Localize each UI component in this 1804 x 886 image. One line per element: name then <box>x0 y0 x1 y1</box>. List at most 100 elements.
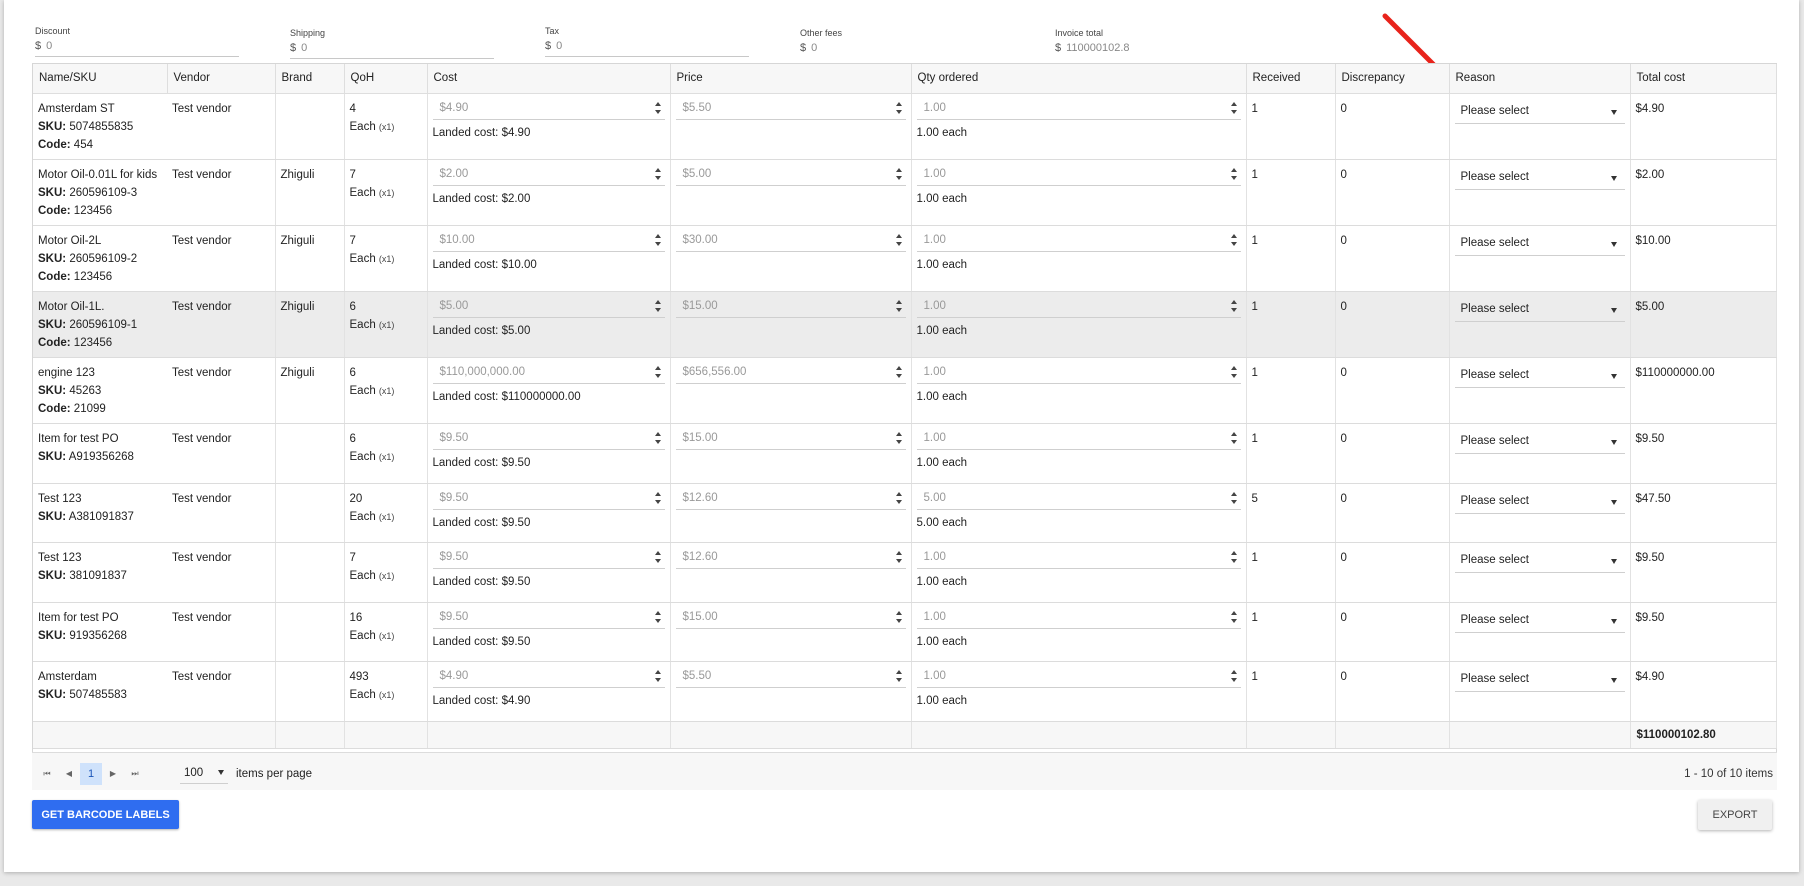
qty-input[interactable]: 1.00 <box>916 296 1241 318</box>
tax-input[interactable]: $0 <box>545 40 749 57</box>
spinner-icon[interactable] <box>654 610 662 624</box>
current-page-button[interactable]: 1 <box>80 763 102 785</box>
column-header-qoh[interactable]: QoH <box>344 64 428 94</box>
cost-input[interactable]: $110,000,000.00 <box>432 362 665 384</box>
table-row[interactable]: Amsterdam ST SKU: 5074855835 Code: 454 Test… <box>33 93 1777 160</box>
first-page-button[interactable]: ⏮ <box>36 763 58 785</box>
column-header-qty[interactable]: Qty ordered <box>911 64 1247 94</box>
qty-input[interactable]: 1.00 <box>916 547 1241 569</box>
spinner-icon[interactable] <box>1230 610 1238 624</box>
price-input[interactable]: $5.50 <box>675 666 906 688</box>
spinner-icon[interactable] <box>654 669 662 683</box>
spinner-icon[interactable] <box>1230 431 1238 445</box>
cost-input[interactable]: $9.50 <box>432 607 665 629</box>
qty-input[interactable]: 1.00 <box>916 362 1241 384</box>
reason-select[interactable]: Please select <box>1454 608 1625 633</box>
spinner-icon[interactable] <box>1230 299 1238 313</box>
other-fees-input[interactable]: $0 <box>800 42 1004 59</box>
spinner-icon[interactable] <box>654 491 662 505</box>
table-row[interactable]: Item for test PO SKU: 919356268 Test vendo… <box>33 602 1777 662</box>
spinner-icon[interactable] <box>895 233 903 247</box>
price-input[interactable]: $15.00 <box>675 296 906 318</box>
cost-input[interactable]: $4.90 <box>432 666 665 688</box>
export-button[interactable]: EXPORT <box>1698 800 1772 830</box>
spinner-icon[interactable] <box>895 550 903 564</box>
price-input[interactable]: $15.00 <box>675 607 906 629</box>
cost-input[interactable]: $9.50 <box>432 547 665 569</box>
reason-select[interactable]: Please select <box>1454 429 1625 454</box>
cost-input[interactable]: $9.50 <box>432 488 665 510</box>
price-input[interactable]: $30.00 <box>675 230 906 252</box>
spinner-icon[interactable] <box>895 167 903 181</box>
other-fees-field[interactable]: Other fees $0 <box>797 24 1004 56</box>
prev-page-button[interactable]: ◀ <box>58 763 80 785</box>
tax-field[interactable]: Tax $0 <box>542 24 749 57</box>
cost-input[interactable]: $5.00 <box>432 296 665 318</box>
price-input[interactable]: $15.00 <box>675 428 906 450</box>
spinner-icon[interactable] <box>1230 233 1238 247</box>
spinner-icon[interactable] <box>1230 491 1238 505</box>
spinner-icon[interactable] <box>1230 167 1238 181</box>
column-header-total[interactable]: Total cost <box>1630 64 1777 94</box>
cost-input[interactable]: $10.00 <box>432 230 665 252</box>
cost-input[interactable]: $4.90 <box>432 98 665 120</box>
reason-select[interactable]: Please select <box>1454 99 1625 124</box>
spinner-icon[interactable] <box>654 550 662 564</box>
table-row[interactable]: Item for test PO SKU: A919356268 Test vend… <box>33 423 1777 484</box>
qty-input[interactable]: 1.00 <box>916 428 1241 450</box>
reason-select[interactable]: Please select <box>1454 165 1625 190</box>
spinner-icon[interactable] <box>895 365 903 379</box>
spinner-icon[interactable] <box>895 491 903 505</box>
column-header-discrepancy[interactable]: Discrepancy <box>1335 64 1450 94</box>
table-row[interactable]: Motor Oil-1L. SKU: 260596109-1 Code: 12345… <box>33 291 1777 358</box>
spinner-icon[interactable] <box>1230 550 1238 564</box>
spinner-icon[interactable] <box>895 431 903 445</box>
last-page-button[interactable]: ⏭ <box>124 763 146 785</box>
column-header-name[interactable]: Name/SKU <box>33 64 168 94</box>
shipping-field[interactable]: Shipping $0 <box>287 24 494 59</box>
reason-select[interactable]: Please select <box>1454 231 1625 256</box>
column-header-received[interactable]: Received <box>1246 64 1336 94</box>
qty-input[interactable]: 1.00 <box>916 164 1241 186</box>
qty-input[interactable]: 1.00 <box>916 607 1241 629</box>
spinner-icon[interactable] <box>1230 669 1238 683</box>
price-input[interactable]: $656,556.00 <box>675 362 906 384</box>
spinner-icon[interactable] <box>1230 365 1238 379</box>
column-header-brand[interactable]: Brand <box>275 64 345 94</box>
cost-input[interactable]: $9.50 <box>432 428 665 450</box>
spinner-icon[interactable] <box>895 101 903 115</box>
spinner-icon[interactable] <box>895 610 903 624</box>
column-header-reason[interactable]: Reason <box>1449 64 1631 94</box>
price-input[interactable]: $5.50 <box>675 98 906 120</box>
spinner-icon[interactable] <box>654 101 662 115</box>
cost-input[interactable]: $2.00 <box>432 164 665 186</box>
table-row[interactable]: Test 123 SKU: 381091837 Test vendor 7 Each (… <box>33 542 1777 603</box>
qty-input[interactable]: 5.00 <box>916 488 1241 510</box>
table-row[interactable]: Motor Oil-2L SKU: 260596109-2 Code: 123456… <box>33 225 1777 292</box>
spinner-icon[interactable] <box>895 669 903 683</box>
page-size-select[interactable]: 100 <box>180 762 228 784</box>
price-input[interactable]: $5.00 <box>675 164 906 186</box>
qty-input[interactable]: 1.00 <box>916 230 1241 252</box>
table-row[interactable]: Test 123 SKU: A381091837 Test vendor 20 Each… <box>33 483 1777 543</box>
spinner-icon[interactable] <box>654 431 662 445</box>
spinner-icon[interactable] <box>654 365 662 379</box>
column-header-cost[interactable]: Cost <box>427 64 671 94</box>
spinner-icon[interactable] <box>654 167 662 181</box>
reason-select[interactable]: Please select <box>1454 667 1625 692</box>
discount-field[interactable]: Discount $0 <box>32 24 239 57</box>
table-row[interactable]: engine 123 SKU: 45263 Code: 21099 Test vend… <box>33 357 1777 424</box>
price-input[interactable]: $12.60 <box>675 488 906 510</box>
discount-input[interactable]: $0 <box>35 40 239 57</box>
reason-select[interactable]: Please select <box>1454 548 1625 573</box>
qty-input[interactable]: 1.00 <box>916 98 1241 120</box>
table-row[interactable]: Motor Oil-0.01L for kids SKU: 260596109-3… <box>33 159 1777 226</box>
spinner-icon[interactable] <box>654 299 662 313</box>
get-barcode-labels-button[interactable]: GET BARCODE LABELS <box>32 800 179 829</box>
shipping-input[interactable]: $0 <box>290 42 494 59</box>
spinner-icon[interactable] <box>654 233 662 247</box>
column-header-price[interactable]: Price <box>670 64 912 94</box>
table-row[interactable]: Amsterdam SKU: 507485583 Test vendor 493 Eac… <box>33 661 1777 722</box>
price-input[interactable]: $12.60 <box>675 547 906 569</box>
column-header-vendor[interactable]: Vendor <box>167 64 276 94</box>
